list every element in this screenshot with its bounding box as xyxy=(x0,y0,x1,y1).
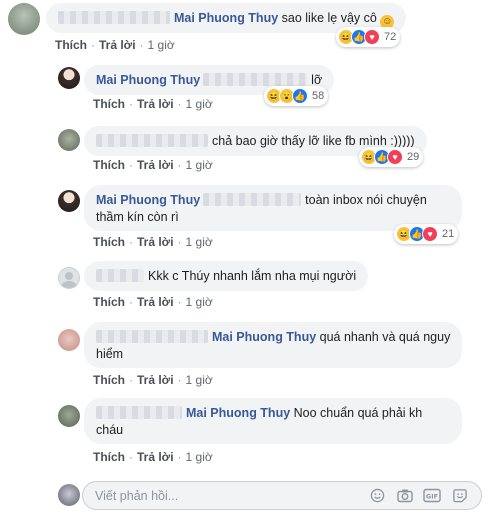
reaction-summary[interactable]: 😆 👍 ♥ 72 xyxy=(336,27,401,47)
emoji-icon[interactable] xyxy=(369,488,386,503)
like-icon: 👍 xyxy=(292,88,308,104)
avatar[interactable] xyxy=(58,190,80,212)
like-link[interactable]: Thích xyxy=(93,373,125,387)
avatar[interactable] xyxy=(58,405,80,427)
like-link[interactable]: Thích xyxy=(93,158,125,172)
tag-mention[interactable]: Mai Phuong Thuy xyxy=(174,11,278,25)
reply-link[interactable]: Trả lời xyxy=(137,373,174,387)
redacted-name xyxy=(203,193,302,206)
svg-text:GIF: GIF xyxy=(426,493,438,501)
comment-actions: Thích · Trả lời · 1 giờ xyxy=(93,450,213,464)
comment-text-continued: thầm kín còn rì xyxy=(96,210,179,224)
redacted-name xyxy=(96,330,208,343)
avatar[interactable] xyxy=(58,129,80,151)
reaction-count: 58 xyxy=(312,90,325,102)
timestamp[interactable]: 1 giờ xyxy=(186,373,213,387)
reply-link[interactable]: Trả lời xyxy=(137,235,174,249)
default-user-icon xyxy=(61,272,77,288)
gif-icon[interactable]: GIF xyxy=(423,488,441,503)
reaction-summary[interactable]: 😆 👍 ♥ 29 xyxy=(359,147,424,167)
comment-bubble: Mai Phuong Thuy quá nhanh và quá nguy hi… xyxy=(84,322,462,368)
commenter-name[interactable]: Mai Phuong Thuy xyxy=(96,193,200,207)
comment-actions: Thích · Trả lời · 1 giờ xyxy=(93,373,213,387)
redacted-name xyxy=(96,269,144,282)
commenter-name[interactable]: Mai Phuong Thuy xyxy=(96,73,200,87)
tag-mention[interactable]: Mai Phuong Thuy xyxy=(186,406,290,420)
reply-link[interactable]: Trả lời xyxy=(137,158,174,172)
reply-link[interactable]: Trả lời xyxy=(137,295,174,309)
comment-text: quá nhanh và quá nguy xyxy=(319,330,451,344)
comment-text: lỡ xyxy=(311,73,323,87)
like-link[interactable]: Thích xyxy=(93,295,125,309)
avatar[interactable] xyxy=(58,67,80,89)
comment-text: sao like lẹ vậy cô xyxy=(281,11,377,25)
comment-text: Kkk c Thúy nhanh lắm nha mụi người xyxy=(148,269,357,283)
comment-text: toàn inbox nói chuyện xyxy=(305,193,427,207)
avatar[interactable] xyxy=(58,329,80,351)
comment-bubble: Kkk c Thúy nhanh lắm nha mụi người xyxy=(84,261,369,291)
tag-mention[interactable]: Mai Phuong Thuy xyxy=(212,330,316,344)
reply-link[interactable]: Trả lời xyxy=(137,97,174,111)
reaction-count: 72 xyxy=(384,31,397,43)
comment-actions: Thích · Trả lời · 1 giờ xyxy=(93,158,213,172)
avatar[interactable] xyxy=(8,3,40,35)
redacted-name xyxy=(96,406,182,419)
comment-bubble: Mai Phuong Thuy Noo chuẩn quá phải kh ch… xyxy=(84,398,462,444)
redacted-name xyxy=(203,73,308,86)
comment-actions: Thích · Trả lời · 1 giờ xyxy=(93,295,213,309)
camera-icon[interactable] xyxy=(396,488,413,503)
timestamp[interactable]: 1 giờ xyxy=(186,158,213,172)
reply-input[interactable]: Viết phản hồi... GIF xyxy=(82,481,482,510)
like-link[interactable]: Thích xyxy=(93,450,125,464)
timestamp[interactable]: 1 giờ xyxy=(186,295,213,309)
love-icon: ♥ xyxy=(387,149,403,165)
reaction-count: 21 xyxy=(442,228,455,240)
love-icon: ♥ xyxy=(364,29,380,45)
redacted-name xyxy=(58,11,170,24)
comment-text-continued: cháu xyxy=(96,423,124,437)
sticker-icon[interactable] xyxy=(451,488,468,503)
reaction-summary[interactable]: 😆 😮 👍 58 xyxy=(264,86,329,106)
comment-actions: Thích · Trả lời · 1 giờ xyxy=(93,235,213,249)
timestamp[interactable]: 1 giờ xyxy=(148,38,175,52)
reaction-count: 29 xyxy=(407,151,420,163)
love-icon: ♥ xyxy=(422,226,438,242)
timestamp[interactable]: 1 giờ xyxy=(186,235,213,249)
current-user-avatar xyxy=(58,484,80,506)
comment-text-continued: hiểm xyxy=(96,347,124,361)
timestamp[interactable]: 1 giờ xyxy=(186,97,213,111)
reply-placeholder: Viết phản hồi... xyxy=(95,489,179,503)
like-link[interactable]: Thích xyxy=(93,235,125,249)
avatar[interactable] xyxy=(58,267,80,289)
reply-link[interactable]: Trả lời xyxy=(99,38,136,52)
timestamp[interactable]: 1 giờ xyxy=(186,450,213,464)
reply-link[interactable]: Trả lời xyxy=(137,450,174,464)
comment-actions: Thích · Trả lời · 1 giờ xyxy=(55,38,175,52)
reaction-summary[interactable]: 😆 👍 ♥ 21 xyxy=(394,224,459,244)
redacted-name xyxy=(96,134,208,147)
comment-actions: Thích · Trả lời · 1 giờ xyxy=(93,97,213,111)
like-link[interactable]: Thích xyxy=(55,38,87,52)
like-link[interactable]: Thích xyxy=(93,97,125,111)
comment-text: Noo chuẩn quá phải kh xyxy=(293,406,423,420)
comment-text: chả bao giờ thấy lỡ like fb mình :))))) xyxy=(212,134,415,148)
